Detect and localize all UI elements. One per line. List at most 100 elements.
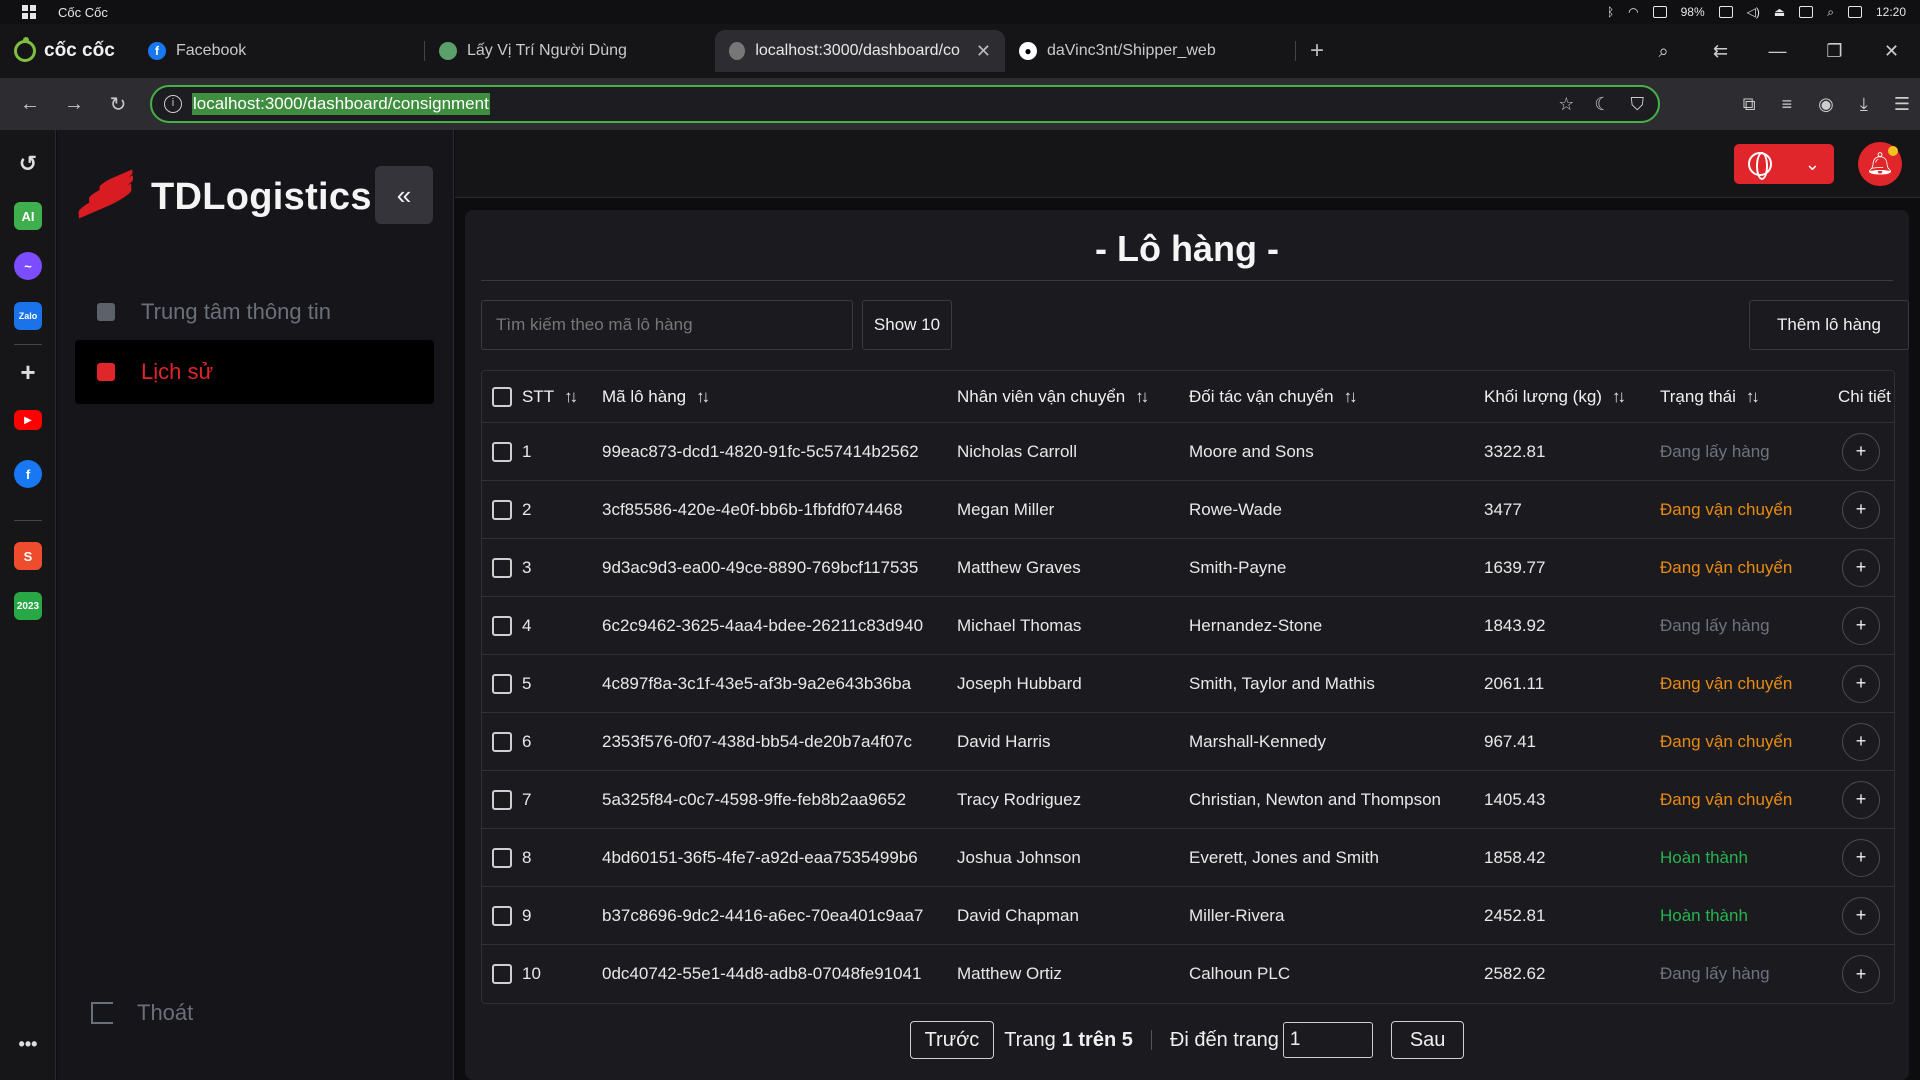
detail-plus-button[interactable]: + [1842, 490, 1880, 529]
u-app-icon[interactable] [1799, 6, 1814, 18]
close-window-button[interactable]: ✕ [1863, 41, 1920, 62]
row-status: Đang vận chuyển [1660, 731, 1793, 751]
wifi-icon[interactable]: ◠ [1628, 5, 1638, 19]
row-checkbox[interactable] [492, 557, 512, 578]
shopee-icon[interactable]: S [14, 542, 42, 570]
tab-dashboard[interactable]: localhost:3000/dashboard/co ✕ [715, 30, 1005, 72]
header-stt[interactable]: STT ↑↓ [522, 371, 578, 422]
detail-plus-button[interactable]: + [1842, 780, 1880, 819]
menu-icon[interactable]: ☰ [1894, 94, 1910, 115]
calendar-2023-icon[interactable]: 2023 [14, 592, 42, 620]
control-center-icon[interactable] [1847, 6, 1862, 18]
messenger-icon[interactable]: ~ [14, 252, 42, 280]
new-tab-button[interactable]: + [1310, 37, 1324, 65]
browser-brand[interactable]: cốc cốc [14, 37, 134, 62]
notification-button[interactable]: 🔔︎ [1858, 142, 1902, 186]
detail-plus-button[interactable]: + [1842, 664, 1880, 703]
address-bar[interactable]: i localhost:3000/dashboard/consignment ☆… [150, 85, 1660, 123]
header-staff[interactable]: Nhân viên vận chuyển ↑↓ [957, 371, 1149, 422]
facebook-icon[interactable]: f [14, 460, 42, 488]
language-button[interactable]: ⌄ [1734, 144, 1834, 184]
restore-button[interactable]: ❐ [1806, 41, 1863, 62]
url-text[interactable]: localhost:3000/dashboard/consignment [192, 93, 490, 115]
volume-icon[interactable]: ◁) [1747, 5, 1760, 19]
detail-plus-button[interactable]: + [1842, 896, 1880, 935]
search-icon[interactable]: ⌕ [1827, 5, 1834, 20]
tab-search-icon[interactable]: ⌕ [1635, 41, 1692, 62]
table-row: 6 2353f576-0f07-438d-bb54-de20b7a4f07c Dav… [482, 713, 1894, 771]
page-title: - Lô hàng - [1095, 228, 1279, 269]
row-stt: 3 [522, 557, 532, 577]
menu-item-history[interactable]: Lịch sử [75, 340, 434, 404]
detail-plus-button[interactable]: + [1842, 432, 1880, 471]
sort-icon[interactable]: ↑↓ [696, 387, 710, 407]
detail-plus-button[interactable]: + [1842, 606, 1880, 645]
extensions-icon[interactable]: ⧉ [1743, 94, 1756, 115]
row-checkbox[interactable] [492, 731, 512, 752]
back-history-icon[interactable]: ⇇ [1692, 41, 1749, 62]
ai-icon[interactable]: AI [14, 202, 42, 230]
sort-icon[interactable]: ↑↓ [1746, 387, 1760, 407]
playlist-icon[interactable]: ≡ [1782, 94, 1793, 115]
collapse-sidebar-button[interactable]: « [375, 166, 433, 224]
tab-facebook[interactable]: f Facebook [134, 30, 424, 72]
header-code[interactable]: Mã lô hàng ↑↓ [602, 371, 710, 422]
tab-location[interactable]: Lấy Vị Trí Người Dùng [425, 30, 715, 72]
logout-button[interactable]: Thoát [91, 1000, 193, 1026]
row-checkbox[interactable] [492, 499, 512, 520]
bluetooth-icon[interactable]: ᛒ [1607, 5, 1614, 19]
back-arrow-icon[interactable]: ← [8, 93, 52, 116]
minimize-button[interactable]: — [1749, 41, 1806, 62]
header-partner[interactable]: Đối tác vận chuyển ↑↓ [1189, 371, 1358, 422]
row-checkbox[interactable] [492, 905, 512, 926]
prev-page-button[interactable]: Trước [909, 1021, 995, 1059]
eject-icon[interactable]: ⏏ [1774, 5, 1785, 19]
download-icon[interactable]: ⤓ [1860, 94, 1868, 115]
dark-mode-icon[interactable]: ☾ [1594, 94, 1610, 115]
display-icon[interactable] [1652, 6, 1667, 18]
add-icon[interactable]: + [14, 357, 42, 387]
site-info-icon[interactable]: i [164, 95, 182, 113]
sort-icon[interactable]: ↑↓ [1135, 387, 1149, 407]
sort-icon[interactable]: ↑↓ [1344, 387, 1358, 407]
bookmark-star-icon[interactable]: ☆ [1558, 94, 1574, 115]
forward-arrow-icon[interactable]: → [52, 93, 96, 116]
system-tray: ᛒ ◠ 98% ◁) ⏏ ⌕ 12:20 [1607, 0, 1906, 24]
row-checkbox[interactable] [492, 789, 512, 810]
detail-plus-button[interactable]: + [1842, 548, 1880, 587]
close-tab-icon[interactable]: ✕ [976, 41, 991, 62]
detail-plus-button[interactable]: + [1842, 955, 1880, 993]
add-consignment-button[interactable]: Thêm lô hàng [1749, 300, 1909, 350]
sort-icon[interactable]: ↑↓ [1612, 387, 1626, 407]
battery-icon[interactable] [1718, 6, 1733, 18]
search-input[interactable] [481, 300, 853, 350]
header-status[interactable]: Trạng thái ↑↓ [1660, 371, 1760, 422]
row-status: Đang vận chuyển [1660, 557, 1793, 577]
goto-page-input[interactable] [1282, 1022, 1373, 1058]
zalo-icon[interactable]: Zalo [14, 302, 42, 330]
header-label: Mã lô hàng [602, 386, 687, 406]
row-checkbox[interactable] [492, 615, 512, 636]
shield-icon[interactable]: ⛉ [1631, 94, 1645, 115]
row-checkbox[interactable] [492, 441, 512, 462]
detail-plus-button[interactable]: + [1842, 722, 1880, 761]
menu-item-info-center[interactable]: Trung tâm thông tin [75, 280, 434, 344]
detail-plus-button[interactable]: + [1842, 838, 1880, 877]
row-status: Đang lấy hàng [1660, 615, 1770, 635]
reload-icon[interactable]: ↻ [96, 92, 140, 117]
sort-icon[interactable]: ↑↓ [564, 387, 578, 407]
windows-icon[interactable] [22, 5, 36, 19]
row-checkbox[interactable] [492, 847, 512, 868]
tab-github[interactable]: ● daVinc3nt/Shipper_web [1005, 30, 1295, 72]
row-checkbox[interactable] [492, 964, 512, 984]
header-mass[interactable]: Khối lượng (kg) ↑↓ [1484, 371, 1626, 422]
globe-icon [1748, 152, 1772, 180]
show-count-button[interactable]: Show 10 [862, 300, 952, 350]
next-page-button[interactable]: Sau [1390, 1021, 1465, 1059]
profile-icon[interactable]: ◉ [1818, 94, 1834, 115]
more-icon[interactable]: ••• [14, 1030, 42, 1058]
select-all-checkbox[interactable] [492, 386, 512, 407]
youtube-icon[interactable]: ▶ [14, 410, 42, 430]
history-icon[interactable]: ↺ [14, 150, 42, 178]
row-checkbox[interactable] [492, 673, 512, 694]
